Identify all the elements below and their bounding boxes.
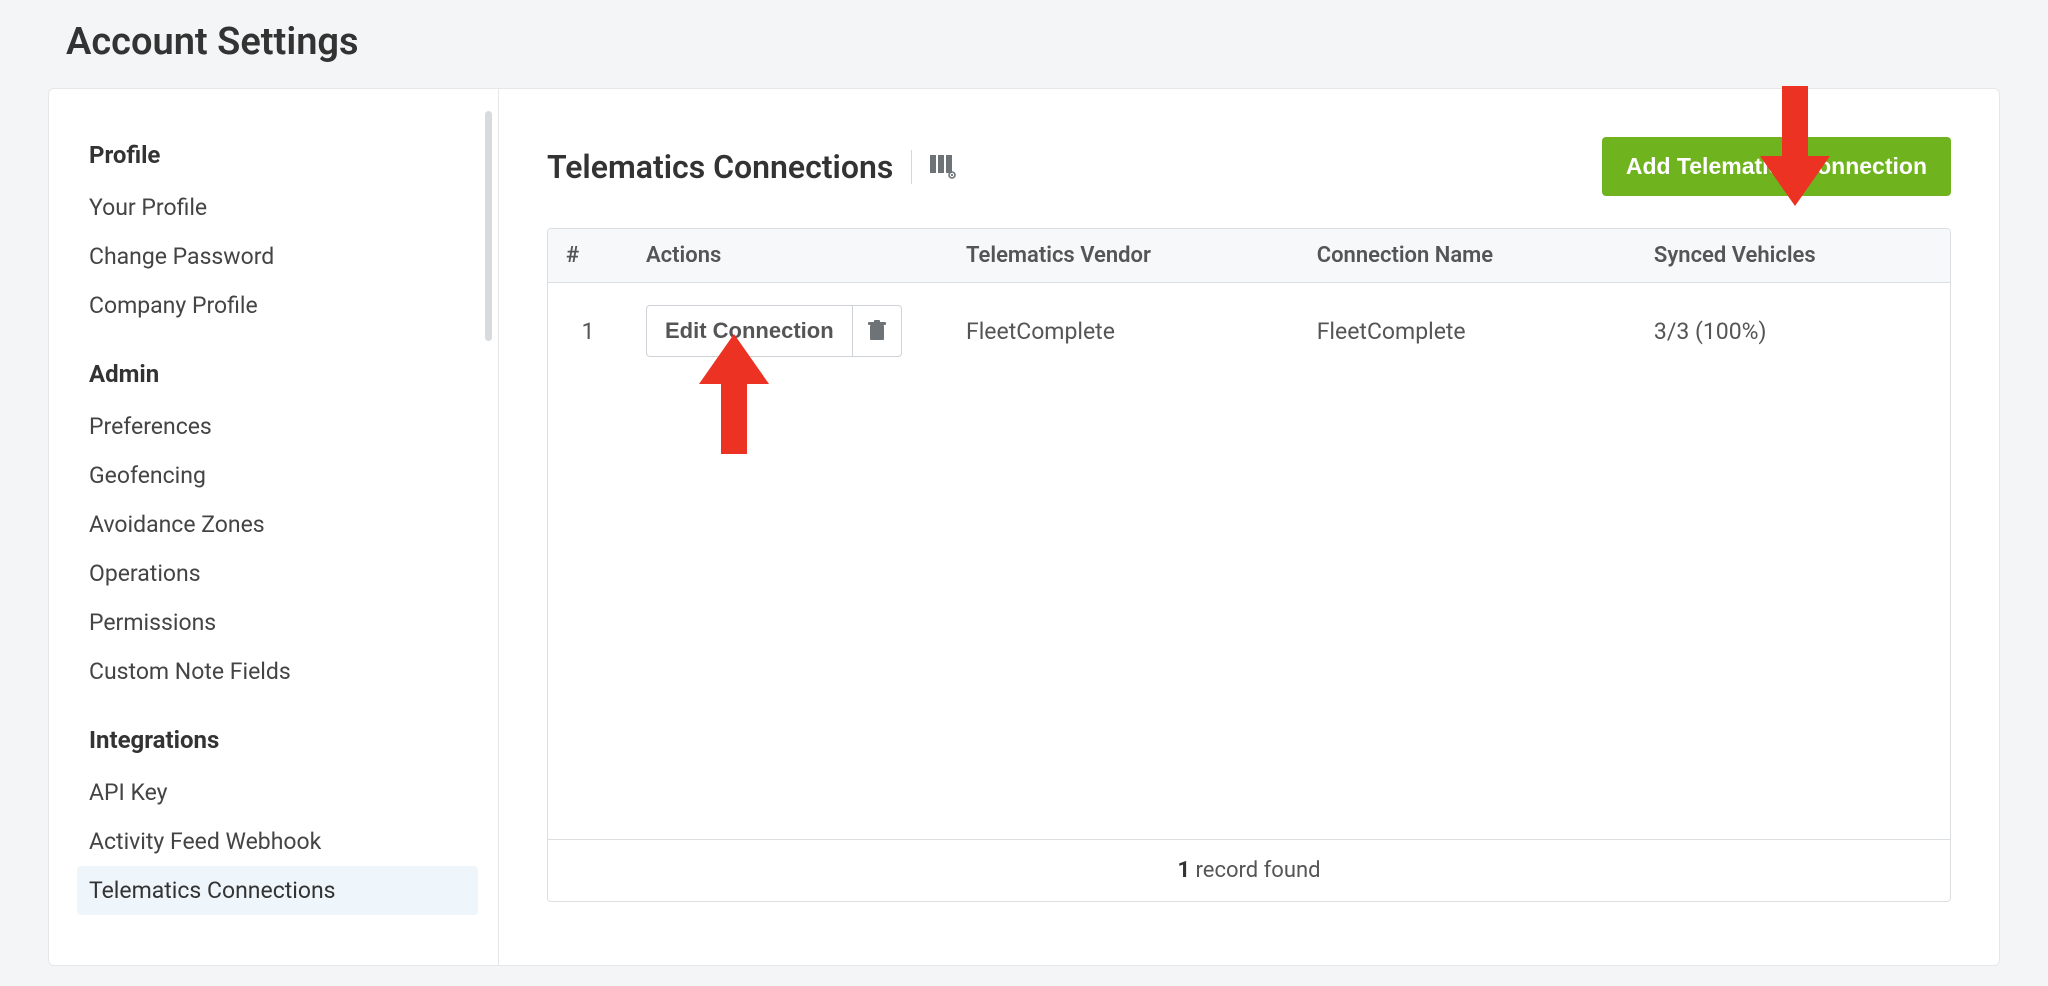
sidebar-item-preferences[interactable]: Preferences	[77, 402, 478, 451]
edit-connection-button[interactable]: Edit Connection	[646, 305, 853, 357]
col-header-number: #	[548, 229, 628, 283]
connections-table: # Actions Telematics Vendor Connection N…	[548, 229, 1950, 901]
scrollbar-thumb[interactable]	[485, 111, 492, 341]
record-count: 1	[1177, 858, 1190, 883]
col-header-name: Connection Name	[1299, 229, 1636, 283]
row-connection-name: FleetComplete	[1299, 283, 1636, 380]
settings-sidebar: Profile Your Profile Change Password Com…	[49, 89, 499, 965]
sidebar-item-avoidance-zones[interactable]: Avoidance Zones	[77, 500, 478, 549]
main-title: Telematics Connections	[547, 148, 893, 186]
trash-icon	[867, 320, 887, 342]
add-telematics-connection-button[interactable]: Add Telematics Connection	[1602, 137, 1951, 196]
sidebar-section-profile: Profile	[89, 141, 478, 169]
row-number: 1	[548, 283, 628, 380]
sidebar-section-integrations: Integrations	[89, 726, 478, 754]
sidebar-item-activity-feed-webhook[interactable]: Activity Feed Webhook	[77, 817, 478, 866]
title-divider	[911, 150, 912, 184]
table-footer: 1 record found	[548, 839, 1950, 901]
sidebar-item-geofencing[interactable]: Geofencing	[77, 451, 478, 500]
sidebar-item-company-profile[interactable]: Company Profile	[77, 281, 478, 330]
row-synced-vehicles: 3/3 (100%)	[1636, 283, 1950, 380]
connections-table-wrap: # Actions Telematics Vendor Connection N…	[547, 228, 1951, 902]
main-header: Telematics Connections Add Telematics Co…	[547, 137, 1951, 196]
sidebar-item-change-password[interactable]: Change Password	[77, 232, 478, 281]
row-vendor: FleetComplete	[948, 283, 1299, 380]
sidebar-item-custom-note-fields[interactable]: Custom Note Fields	[77, 647, 478, 696]
col-header-synced: Synced Vehicles	[1636, 229, 1950, 283]
record-text: record found	[1190, 858, 1320, 883]
sidebar-section-admin: Admin	[89, 360, 478, 388]
main-panel: Telematics Connections Add Telematics Co…	[499, 89, 1999, 965]
delete-connection-button[interactable]	[853, 305, 902, 357]
col-header-vendor: Telematics Vendor	[948, 229, 1299, 283]
sidebar-item-permissions[interactable]: Permissions	[77, 598, 478, 647]
table-row: 1 Edit Connection	[548, 283, 1950, 380]
col-header-actions: Actions	[628, 229, 948, 283]
columns-settings-icon[interactable]	[930, 155, 956, 179]
sidebar-item-operations[interactable]: Operations	[77, 549, 478, 598]
sidebar-item-your-profile[interactable]: Your Profile	[77, 183, 478, 232]
settings-container: Profile Your Profile Change Password Com…	[48, 88, 2000, 966]
sidebar-item-api-key[interactable]: API Key	[77, 768, 478, 817]
page-title: Account Settings	[0, 0, 2048, 88]
sidebar-item-telematics-connections[interactable]: Telematics Connections	[77, 866, 478, 915]
